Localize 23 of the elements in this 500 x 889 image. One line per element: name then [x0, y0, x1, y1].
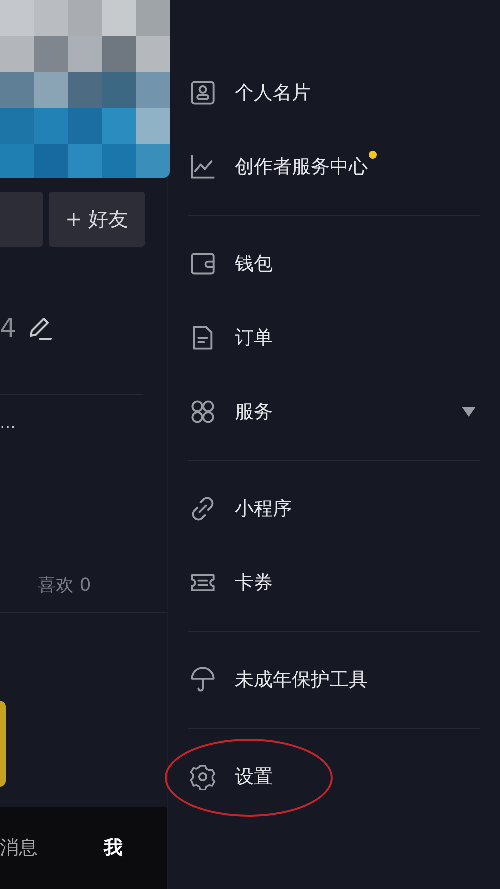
menu-item[interactable]: 创作者服务中心	[235, 154, 368, 180]
add-friend-button[interactable]: + 好友	[49, 192, 145, 247]
menu-item[interactable]: 未成年保护工具	[235, 667, 368, 693]
menu-item[interactable]: 订单	[235, 325, 273, 351]
umbrella-icon	[190, 667, 216, 693]
wallet-icon	[190, 251, 216, 277]
settings-icon	[190, 764, 216, 790]
menu-item[interactable]: 小程序	[235, 496, 292, 522]
caret-icon[interactable]	[462, 407, 476, 417]
menu-item[interactable]: 个人名片	[235, 80, 311, 106]
grid-icon	[190, 399, 216, 425]
nav-tab[interactable]: 我	[104, 835, 123, 861]
id-card-icon	[190, 80, 216, 106]
menu-item[interactable]: 钱包	[235, 251, 273, 277]
menu-item[interactable]: 服务	[235, 399, 273, 425]
link-icon	[190, 496, 216, 522]
line-chart-icon	[190, 154, 216, 180]
count-text: 4	[0, 314, 17, 344]
menu-item[interactable]: 卡券	[235, 570, 273, 596]
likes-tab[interactable]: 喜欢 0	[38, 574, 92, 598]
menu-item[interactable]: 设置	[235, 764, 273, 790]
nav-tab[interactable]: 消息	[0, 835, 38, 861]
bio-text: …	[0, 413, 12, 433]
